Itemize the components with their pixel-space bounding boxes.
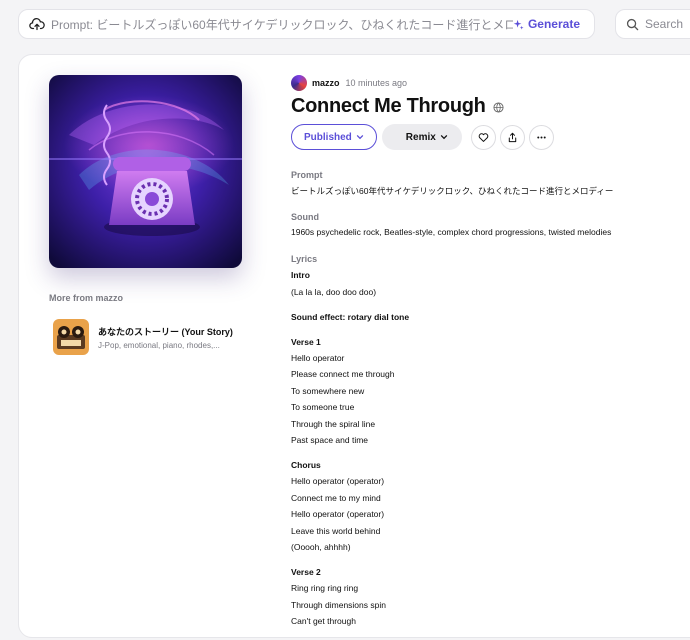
lyrics-section-heading: Chorus [291,460,321,470]
lyrics-line: Hello operator (operator) [291,476,385,486]
search-input[interactable]: Search [615,9,690,39]
lyrics-line: To someone true [291,402,355,412]
more-from-item[interactable]: あなたのストーリー (Your Story) J-Pop, emotional,… [53,319,243,355]
upload-cloud-icon[interactable] [29,16,45,32]
like-button[interactable] [470,124,496,150]
song-details: mazzo 10 minutes ago Connect Me Through … [291,55,690,637]
published-button[interactable]: Published [291,124,377,150]
search-placeholder: Search [645,17,684,31]
prompt-placeholder: Prompt: ビートルズっぽい60年代サイケデリックロック、ひねくれたコード進… [51,17,513,32]
lyrics-section-heading: Verse 1 [291,337,321,347]
username[interactable]: mazzo [312,78,340,88]
song-title: Connect Me Through [291,95,486,117]
share-button[interactable] [499,124,525,150]
chevron-down-icon [440,135,447,140]
author-row: mazzo 10 minutes ago [291,75,407,91]
lyrics-line: Connect me to my mind [291,493,381,503]
more-item-thumbnail [53,319,89,355]
more-icon [537,135,546,139]
remix-button[interactable]: Remix [381,124,462,150]
sound-label: Sound [291,212,319,222]
top-bar: Prompt: ビートルズっぽい60年代サイケデリックロック、ひねくれたコード進… [0,0,690,48]
generate-label: Generate [527,17,580,31]
lyrics-section-heading: Verse 2 [291,567,321,577]
generate-button[interactable]: Generate [513,17,580,31]
remix-label: Remix [405,131,436,143]
lyrics-line: Hello operator [291,353,345,363]
lyrics-line: Can't get through [291,616,356,626]
published-label: Published [304,131,352,143]
lyrics-line: Past space and time [291,435,369,445]
more-item-title: あなたのストーリー (Your Story) [98,326,233,337]
lyrics-line: Please connect me through [291,369,395,379]
lyrics-line: (La la la, doo doo doo) [291,287,377,297]
lyrics-line: (Ooooh, ahhhh) [291,542,351,552]
lyrics-line: Through dimensions spin [291,600,386,610]
prompt-text: ビートルズっぽい60年代サイケデリックロック、ひねくれたコード進行とメロディー [291,186,614,196]
avatar[interactable] [291,75,307,91]
more-from-title: More from mazzo [49,293,124,303]
lyrics-section-heading: Intro [291,270,310,280]
lyrics-line: Ring ring ring ring [291,583,359,593]
heart-icon [478,132,489,142]
rotary-phone-artwork [49,75,242,268]
song-panel: More from mazzo あなたのストーリー (Your Story) J… [18,54,690,638]
sparkle-icon [513,19,524,30]
song-title-row: Connect Me Through [291,95,504,118]
lyrics-line: Through the spiral line [291,419,376,429]
lyrics-section-heading: Sound effect: rotary dial tone [291,312,410,322]
lyrics-line: Hello operator (operator) [291,509,385,519]
prompt-label: Prompt [291,170,323,180]
share-icon [508,132,517,142]
action-row: Published Remix [291,124,554,150]
more-item-subtitle: J-Pop, emotional, piano, rhodes,... [98,340,220,350]
lyrics-line: Leave this world behind [291,526,381,536]
sound-text: 1960s psychedelic rock, Beatles-style, c… [291,227,612,237]
lyrics-line: To somewhere new [291,386,365,396]
search-icon [626,18,639,30]
lyrics-label: Lyrics [291,254,318,264]
timestamp: 10 minutes ago [345,78,408,88]
more-options-button[interactable] [528,124,554,150]
chevron-down-icon [356,135,363,140]
globe-icon [493,102,504,113]
prompt-input[interactable]: Prompt: ビートルズっぽい60年代サイケデリックロック、ひねくれたコード進… [18,9,595,39]
cover-art[interactable] [49,75,242,268]
